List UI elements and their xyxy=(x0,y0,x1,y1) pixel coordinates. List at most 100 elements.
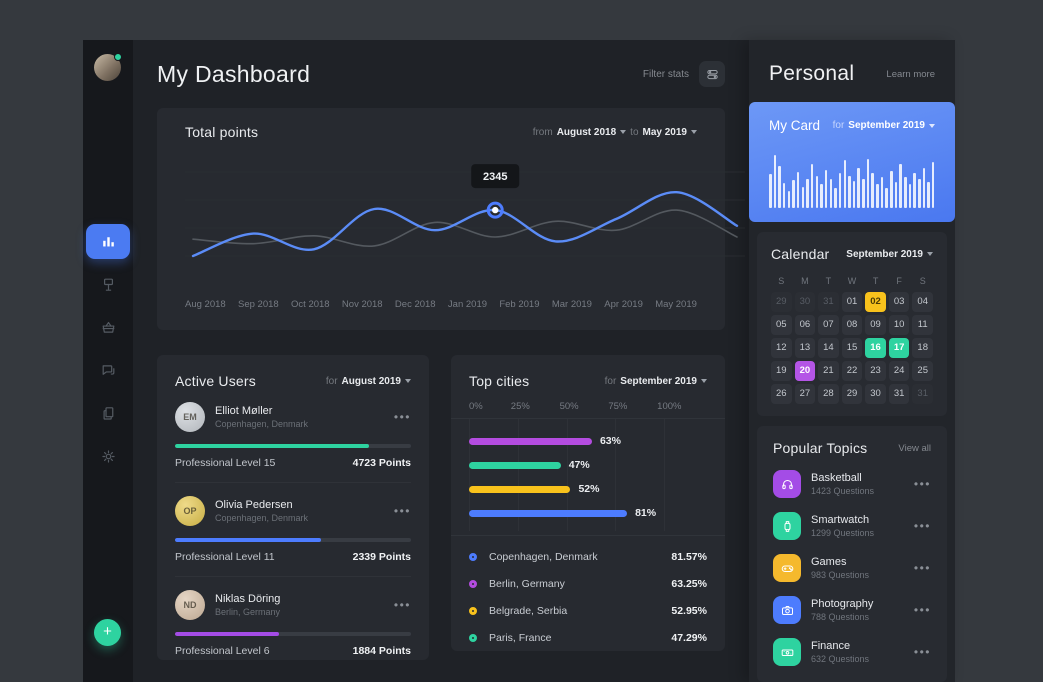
to-date-dropdown[interactable]: May 2019 xyxy=(643,127,697,138)
sidebar-item-documents[interactable] xyxy=(86,396,130,431)
calendar-day[interactable]: 25 xyxy=(912,361,933,381)
calendar-day[interactable]: 27 xyxy=(795,384,816,404)
calendar-day[interactable]: 02 xyxy=(865,292,886,312)
caret-down-icon xyxy=(701,379,707,383)
calendar-day[interactable]: 23 xyxy=(865,361,886,381)
camera-icon xyxy=(773,596,801,624)
documents-icon xyxy=(100,405,117,422)
more-options-icon[interactable]: ••• xyxy=(914,563,931,573)
user-avatar[interactable] xyxy=(94,54,121,81)
more-options-icon[interactable]: ••• xyxy=(914,479,931,489)
active-users-period-dropdown[interactable]: August 2019 xyxy=(342,376,411,387)
topic-row[interactable]: Basketball 1423 Questions ••• xyxy=(773,470,931,498)
calendar-day[interactable]: 14 xyxy=(818,338,839,358)
calendar-day[interactable]: 06 xyxy=(795,315,816,335)
calendar-day[interactable]: 29 xyxy=(842,384,863,404)
add-button[interactable]: + xyxy=(94,619,121,646)
sidebar-item-dashboard[interactable] xyxy=(86,224,130,259)
calendar-day[interactable]: 18 xyxy=(912,338,933,358)
calendar-day[interactable]: 12 xyxy=(771,338,792,358)
user-points: 4723 Points xyxy=(353,457,411,469)
calendar-period-dropdown[interactable]: September 2019 xyxy=(846,249,933,260)
calendar-day[interactable]: 21 xyxy=(818,361,839,381)
caret-down-icon xyxy=(929,124,935,128)
activity-bar xyxy=(913,173,916,208)
sliders-icon xyxy=(705,67,720,82)
activity-bar xyxy=(802,187,805,208)
topic-name: Games xyxy=(811,556,869,568)
weekday-letter: T xyxy=(865,274,886,289)
city-bar[interactable] xyxy=(469,462,561,469)
calendar-day[interactable]: 31 xyxy=(889,384,910,404)
more-options-icon[interactable]: ••• xyxy=(394,506,411,516)
learn-more-link[interactable]: Learn more xyxy=(886,69,935,80)
more-options-icon[interactable]: ••• xyxy=(914,647,931,657)
activity-bar xyxy=(816,176,819,208)
view-all-link[interactable]: View all xyxy=(898,443,931,454)
user-level: Professional Level 15 xyxy=(175,457,275,469)
calendar-day[interactable]: 04 xyxy=(912,292,933,312)
calendar-day[interactable]: 20 xyxy=(795,361,816,381)
calendar-day[interactable]: 26 xyxy=(771,384,792,404)
calendar-day[interactable]: 09 xyxy=(865,315,886,335)
calendar-day[interactable]: 30 xyxy=(865,384,886,404)
activity-bar xyxy=(876,184,879,208)
city-bar-row: 63% xyxy=(469,429,707,453)
total-points-line-chart[interactable]: 2345 xyxy=(185,142,697,297)
calendar-day[interactable]: 22 xyxy=(842,361,863,381)
sidebar-item-messages[interactable] xyxy=(86,353,130,388)
chat-icon xyxy=(100,362,117,379)
top-cities-period-dropdown[interactable]: September 2019 xyxy=(620,376,707,387)
calendar-day[interactable]: 31 xyxy=(912,384,933,404)
calendar-day[interactable]: 08 xyxy=(842,315,863,335)
more-options-icon[interactable]: ••• xyxy=(914,605,931,615)
legend-percent: 81.57% xyxy=(671,551,707,563)
city-bar[interactable] xyxy=(469,486,570,493)
calendar-day[interactable]: 19 xyxy=(771,361,792,381)
activity-bar xyxy=(820,184,823,208)
sidebar-item-settings[interactable] xyxy=(86,439,130,474)
topic-row[interactable]: Games 983 Questions ••• xyxy=(773,554,931,582)
my-card-period-dropdown[interactable]: September 2019 xyxy=(848,120,935,131)
calendar-day[interactable]: 31 xyxy=(818,292,839,312)
calendar-day[interactable]: 07 xyxy=(818,315,839,335)
more-options-icon[interactable]: ••• xyxy=(394,412,411,422)
calendar-day[interactable]: 11 xyxy=(912,315,933,335)
x-axis-label: Nov 2018 xyxy=(342,299,383,310)
more-options-icon[interactable]: ••• xyxy=(914,521,931,531)
calendar-day[interactable]: 28 xyxy=(818,384,839,404)
topic-row[interactable]: Smartwatch 1299 Questions ••• xyxy=(773,512,931,540)
calendar-day[interactable]: 05 xyxy=(771,315,792,335)
city-bar-value: 52% xyxy=(578,483,599,495)
topic-row[interactable]: Finance 632 Questions ••• xyxy=(773,638,931,666)
city-bar[interactable] xyxy=(469,510,627,517)
calendar-day[interactable]: 30 xyxy=(795,292,816,312)
calendar-day[interactable]: 17 xyxy=(889,338,910,358)
calendar-day[interactable]: 15 xyxy=(842,338,863,358)
calendar-day[interactable]: 13 xyxy=(795,338,816,358)
user-name: Elliot Møller xyxy=(215,405,308,417)
divider xyxy=(175,576,411,577)
calendar-day[interactable]: 24 xyxy=(889,361,910,381)
city-bar-value: 81% xyxy=(635,507,656,519)
legend-row: Paris, France 47.29% xyxy=(469,624,707,651)
x-axis-label: Oct 2018 xyxy=(291,299,330,310)
my-card[interactable]: My Card for September 2019 xyxy=(749,102,955,222)
from-date-dropdown[interactable]: August 2018 xyxy=(557,127,626,138)
topic-name: Basketball xyxy=(811,472,874,484)
user-level: Professional Level 11 xyxy=(175,551,275,563)
more-options-icon[interactable]: ••• xyxy=(394,600,411,610)
calendar-day[interactable]: 10 xyxy=(889,315,910,335)
calendar-day[interactable]: 03 xyxy=(889,292,910,312)
calendar-day[interactable]: 29 xyxy=(771,292,792,312)
sidebar-item-milestones[interactable] xyxy=(86,267,130,302)
city-bar[interactable] xyxy=(469,438,592,445)
topic-row[interactable]: Photography 788 Questions ••• xyxy=(773,596,931,624)
calendar-day[interactable]: 01 xyxy=(842,292,863,312)
weekday-letter: F xyxy=(889,274,910,289)
filter-stats-button[interactable] xyxy=(699,61,725,87)
calendar-day[interactable]: 16 xyxy=(865,338,886,358)
sidebar-item-shop[interactable] xyxy=(86,310,130,345)
popular-topics-title: Popular Topics xyxy=(773,440,867,456)
legend-row: Berlin, Germany 63.25% xyxy=(469,570,707,597)
